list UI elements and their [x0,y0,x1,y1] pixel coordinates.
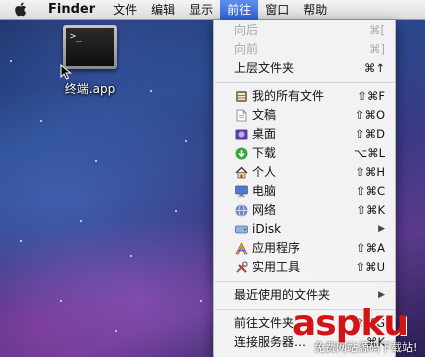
mouse-pointer-icon [60,64,72,80]
menu-item-shortcut: ⇧⌘U [355,260,385,274]
terminal-icon: >_ [63,25,117,69]
menu-item-desktop[interactable]: 桌面 ⇧⌘D [214,125,395,144]
menu-item-label: 我的所有文件 [252,89,325,103]
downloads-icon [234,147,248,161]
menu-separator [215,281,395,282]
menu-item-label: 电脑 [252,184,277,198]
menu-item-shortcut: ⇧⌘F [357,89,385,103]
menu-view[interactable]: 显示 [182,0,220,20]
menu-item-home[interactable]: 个人 ⇧⌘H [214,163,395,182]
menu-separator [215,82,395,83]
terminal-prompt: >_ [66,28,114,66]
submenu-arrow-icon: ▶ [378,224,385,234]
apple-menu-icon[interactable] [12,0,28,20]
desktop-icon-label: 终端.app [64,82,116,96]
menu-item-shortcut: ⇧⌘H [355,165,385,179]
menu-item-utilities[interactable]: 实用工具 ⇧⌘U [214,258,395,277]
menu-item-forward[interactable]: 向前 ⌘] [214,40,395,59]
menu-item-downloads[interactable]: 下载 ⌥⌘L [214,144,395,163]
menu-go[interactable]: 前往 [220,0,259,20]
menu-item-label: 个人 [252,165,277,179]
all-files-icon [234,90,248,104]
menu-item-applications[interactable]: 应用程序 ⇧⌘A [214,239,395,258]
menu-window[interactable]: 窗口 [258,0,296,20]
menu-item-label: 向前 [234,42,259,56]
watermark-tagline: 免费网站源码下载站! [314,341,418,354]
network-icon [234,204,248,218]
menu-item-label: 应用程序 [252,241,301,255]
menu-item-shortcut: ⇧⌘C [355,184,385,198]
menu-item-label: 文稿 [252,108,277,122]
menu-item-label: iDisk [252,222,282,236]
menu-item-network[interactable]: 网络 ⇧⌘K [214,201,395,220]
menu-item-shortcut: ⌘↑ [363,61,385,75]
documents-icon [234,109,248,123]
menu-item-shortcut: ⇧⌘O [354,108,385,122]
menu-item-label: 实用工具 [252,260,301,274]
terminal-desktop-icon[interactable]: >_ 终端.app [55,25,125,97]
menu-item-label: 桌面 [252,127,277,141]
menu-item-shortcut: ⇧⌘D [355,127,385,141]
menu-item-idisk[interactable]: iDisk ▶ [214,220,395,239]
menu-item-shortcut: ⌘] [369,42,385,56]
applications-icon [234,242,248,256]
menu-item-shortcut: ⌘[ [369,23,385,37]
menu-item-back[interactable]: 向后 ⌘[ [214,21,395,40]
menu-item-enclosing-folder[interactable]: 上层文件夹 ⌘↑ [214,59,395,78]
menu-item-label: 向后 [234,23,259,37]
menu-file[interactable]: 文件 [106,0,144,20]
desktop-icon [234,128,248,142]
menu-help[interactable]: 帮助 [296,0,334,20]
menu-item-shortcut: ⇧⌘K [356,203,385,217]
menu-item-documents[interactable]: 文稿 ⇧⌘O [214,106,395,125]
watermark-brand: aspku [292,303,409,344]
utilities-icon [234,261,248,275]
menu-item-computer[interactable]: 电脑 ⇧⌘C [214,182,395,201]
menu-item-label: 下载 [252,146,277,160]
home-icon [234,166,248,180]
computer-icon [234,185,248,199]
menu-bar: Finder 文件 编辑 显示 前往 窗口 帮助 [0,0,425,20]
menu-edit[interactable]: 编辑 [144,0,182,20]
menu-item-all-my-files[interactable]: 我的所有文件 ⇧⌘F [214,87,395,106]
site-watermark: aspku 免费网站源码下载站! [292,304,425,357]
menu-item-label: 网络 [252,203,277,217]
idisk-icon [234,223,248,237]
menu-item-label: 上层文件夹 [234,61,295,75]
menu-item-shortcut: ⇧⌘A [355,241,385,255]
menu-item-shortcut: ⌥⌘L [353,146,385,160]
app-name-menu[interactable]: Finder [41,0,106,20]
